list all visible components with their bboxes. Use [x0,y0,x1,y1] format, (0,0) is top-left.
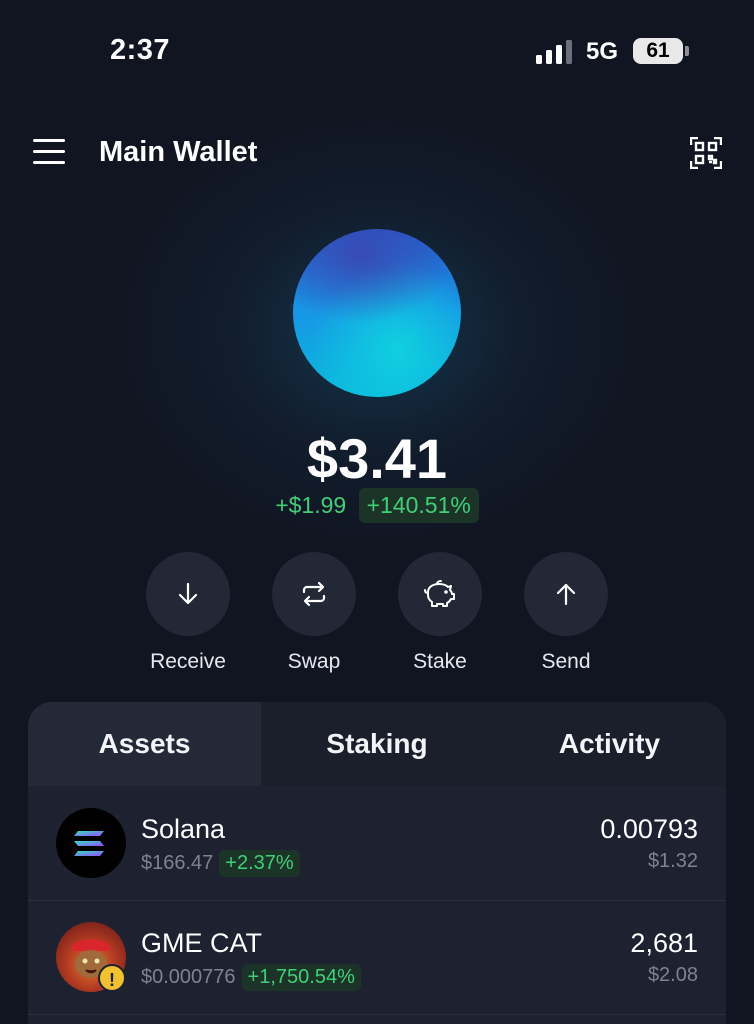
asset-amount: 2,681 [630,928,698,958]
battery-cap-icon [685,46,689,56]
swap-icon [302,581,326,607]
asset-name: GME CAT [141,928,262,958]
tab-activity[interactable]: Activity [493,702,726,786]
hamburger-menu-icon[interactable] [33,139,65,165]
send-label: Send [541,650,591,673]
asset-price: $0.000776 +1,750.54% [141,964,361,991]
asset-change-badge: +2.37% [219,850,300,877]
warning-badge-icon: ! [98,964,126,992]
balance-change-percent: +140.51% [358,488,479,523]
balance-change-amount: +$1.99 [275,492,347,518]
swap-button[interactable]: Swap [271,552,357,674]
wallet-title[interactable]: Main Wallet [99,136,257,169]
asset-price: $166.47 +2.37% [141,850,300,877]
assets-panel: Assets Staking Activity Solana $166.47 +2… [28,702,726,1024]
tab-bar: Assets Staking Activity [28,702,726,786]
status-time: 2:37 [110,34,171,66]
cellular-signal-icon [536,40,572,64]
asset-change-badge: +1,750.54% [241,964,361,991]
asset-price-value: $166.47 [141,852,214,874]
balance-change: +$1.99 +140.51% [0,488,754,523]
solana-logo-icon [56,808,126,878]
asset-price-value: $0.000776 [141,966,236,988]
arrow-up-icon [556,583,576,606]
network-type: 5G [586,38,619,65]
stake-button[interactable]: Stake [397,552,483,674]
asset-name: Solana [141,814,226,844]
asset-value: $2.08 [647,964,698,986]
qr-scan-icon[interactable] [690,137,722,169]
battery-indicator: 61 [633,38,683,64]
row-divider [28,1014,726,1015]
asset-amount: 0.00793 [600,814,698,844]
receive-label: Receive [150,650,226,673]
asset-value: $1.32 [647,850,698,872]
stake-label: Stake [413,650,467,673]
receive-button[interactable]: Receive [145,552,231,674]
wallet-avatar-orb [293,229,461,397]
asset-row-solana[interactable]: Solana $166.47 +2.37% 0.00793 $1.32 [28,786,726,900]
piggy-bank-icon [424,580,455,607]
arrow-down-icon [178,582,198,605]
asset-row-gme-cat[interactable]: ! GME CAT $0.000776 +1,750.54% 2,681 $2.0… [28,900,726,1014]
send-button[interactable]: Send [523,552,609,674]
total-balance: $3.41 [306,427,448,490]
swap-label: Swap [287,650,341,673]
tab-staking[interactable]: Staking [261,702,493,786]
tab-assets[interactable]: Assets [28,702,261,786]
